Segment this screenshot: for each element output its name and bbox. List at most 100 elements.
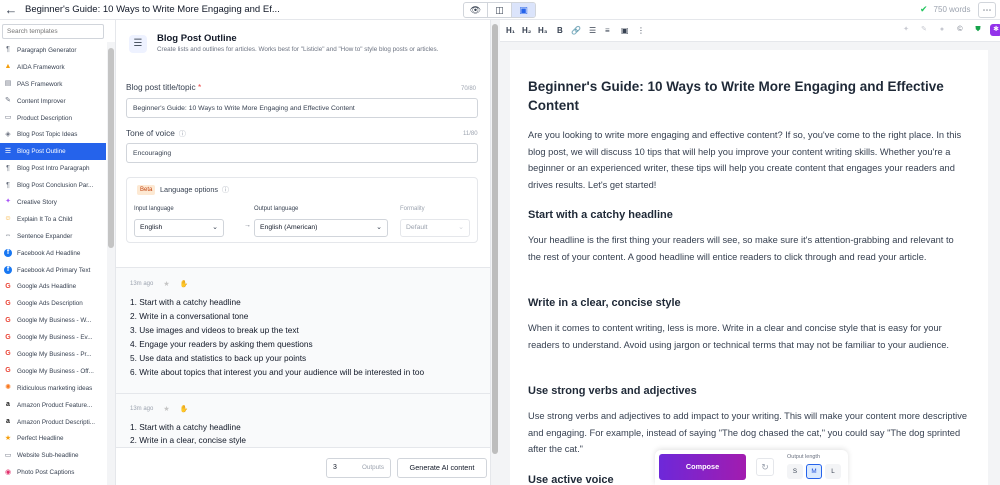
sidebar-item-blog-post-outline[interactable]: ☰ Blog Post Outline (0, 143, 106, 161)
idea-burst-icon: ✺ (5, 384, 11, 392)
sidebar-item-explain-to-child[interactable]: ☺ Explain It To a Child (0, 211, 106, 228)
sidebar-item-pas-framework[interactable]: ▤ PAS Framework (0, 76, 106, 93)
google-icon: G (5, 367, 11, 375)
sidebar-item-google-my-business-ev[interactable]: G Google My Business - Ev... (0, 329, 106, 346)
sidebar-item-perfect-headline[interactable]: ★ Perfect Headline (0, 430, 106, 447)
sidebar-item-facebook-ad-primary-text[interactable]: f Facebook Ad Primary Text (0, 262, 106, 279)
length-option-m[interactable]: M (806, 464, 822, 479)
length-option-s[interactable]: S (787, 464, 803, 479)
thumbs-down-icon[interactable]: ✋ (180, 280, 189, 288)
generate-ai-content-button[interactable]: Generate AI content (397, 458, 487, 478)
framework-icon: ▤ (4, 80, 12, 88)
expand-icon: ⇔ (4, 232, 12, 240)
child-icon: ☺ (4, 215, 12, 223)
sidebar-item-product-description[interactable]: ▭ Product Description (0, 110, 106, 127)
output-length-label: Output length (787, 454, 821, 460)
sidebar-item-aida-framework[interactable]: ▲ AIDA Framework (0, 59, 106, 76)
sidebar-item-facebook-ad-headline[interactable]: f Facebook Ad Headline (0, 245, 106, 262)
output-line: 2. Write in a clear, concise style (130, 435, 247, 445)
sidebar-scrollbar-thumb[interactable] (108, 48, 114, 248)
sidebar-item-label: Google My Business - Ev... (17, 334, 93, 342)
sidebar-item-label: Paragraph Generator (17, 46, 77, 54)
output-card: 13m ago ★ ✋ 1. Start with a catchy headl… (116, 394, 490, 447)
sidebar-item-sentence-expander[interactable]: ⇔ Sentence Expander (0, 228, 106, 245)
section-heading[interactable]: Write in a clear, concise style (528, 297, 681, 309)
sidebar-item-photo-post-captions[interactable]: ◉ Photo Post Captions (0, 464, 106, 481)
input-language-label: Input language (134, 206, 174, 212)
output-line: 4. Engage your readers by asking them qu… (130, 339, 313, 349)
bold-button[interactable]: B (557, 26, 563, 35)
star-icon[interactable]: ★ (163, 405, 169, 413)
length-option-l[interactable]: L (825, 464, 841, 479)
blog-title-input[interactable]: Beginner's Guide: 10 Ways to Write More … (126, 98, 478, 118)
sidebar-item-google-my-business-w[interactable]: G Google My Business - W... (0, 312, 106, 329)
bullet-list-icon[interactable]: ☰ (589, 26, 596, 35)
sidebar-item-ridiculous-marketing-ideas[interactable]: ✺ Ridiculous marketing ideas (0, 380, 106, 397)
info-icon[interactable]: ⓘ (179, 131, 186, 138)
compose-button[interactable]: Compose (659, 454, 746, 480)
heading-1-button[interactable]: H₁ (506, 26, 515, 35)
sidebar-item-amazon-product-description[interactable]: a Amazon Product Descripti... (0, 414, 106, 431)
refresh-icon[interactable]: ↻ (756, 458, 774, 476)
sidebar-item-google-ads-headline[interactable]: G Google Ads Headline (0, 278, 106, 295)
paragraph-icon: ¶ (6, 181, 10, 189)
framework-icon: ▲ (4, 63, 12, 71)
star-icon[interactable]: ★ (163, 280, 169, 288)
document-heading[interactable]: Beginner's Guide: 10 Ways to Write More … (528, 78, 968, 115)
template-sidebar: ¶ Paragraph Generator ▲ AIDA Framework ▤ PA… (0, 20, 116, 485)
section-paragraph[interactable]: When it comes to content writing, less i… (528, 320, 968, 353)
heading-3-button[interactable]: H₃ (538, 26, 547, 35)
sidebar-item-label: Blog Post Topic Ideas (17, 131, 78, 139)
sidebar-item-blog-post-topic-ideas[interactable]: ◈ Blog Post Topic Ideas (0, 126, 106, 143)
sidebar-item-blog-post-intro[interactable]: ¶ Blog Post Intro Paragraph (0, 160, 106, 177)
pen-icon[interactable]: ✎ (918, 24, 930, 36)
sidebar-item-amazon-product-feature[interactable]: a Amazon Product Feature... (0, 397, 106, 414)
sidebar-item-paragraph-generator[interactable]: ¶ Paragraph Generator (0, 42, 106, 59)
circle-icon[interactable]: ● (936, 24, 948, 36)
sidebar-item-blog-post-conclusion[interactable]: ¶ Blog Post Conclusion Par... (0, 177, 106, 194)
output-line: 5. Use data and statistics to back up yo… (130, 353, 307, 363)
sidebar-item-content-improver[interactable]: ✎ Content Improver (0, 93, 106, 110)
intro-paragraph[interactable]: Are you looking to write more engaging a… (528, 127, 968, 193)
copyright-check-icon[interactable]: © (954, 24, 966, 36)
shield-icon[interactable]: ⛊ (972, 24, 984, 36)
sidebar-item-creative-story[interactable]: ✦ Creative Story (0, 194, 106, 211)
output-language-select[interactable]: English (American) ⌄ (254, 219, 388, 237)
form-scrollbar-thumb[interactable] (492, 24, 498, 454)
title-field-label: Blog post title/topic * (126, 82, 201, 92)
output-language-value: English (American) (260, 224, 318, 231)
output-length-options: S M L (787, 464, 841, 479)
numbered-list-icon[interactable]: ≡ (605, 26, 610, 35)
sidebar-item-google-my-business-off[interactable]: G Google My Business - Off... (0, 363, 106, 380)
ai-assistant-icon[interactable]: ✱ (990, 24, 1000, 36)
info-icon[interactable]: ⓘ (222, 187, 229, 194)
formality-select[interactable]: Default ⌄ (400, 219, 470, 237)
language-options-box: Beta Language options ⓘ Input language Ou… (126, 177, 478, 243)
thumbs-down-icon[interactable]: ✋ (180, 405, 189, 413)
star-icon: ★ (4, 434, 12, 442)
heading-2-button[interactable]: H₂ (522, 26, 531, 35)
outputs-count-input[interactable]: 3 Outputs (326, 458, 391, 478)
magic-wand-icon[interactable]: ✦ (900, 24, 912, 36)
template-search-input[interactable] (2, 24, 104, 39)
section-heading[interactable]: Use strong verbs and adjectives (528, 385, 697, 397)
section-heading[interactable]: Use active voice (528, 474, 614, 485)
editor-view-icon[interactable]: ▣ (512, 3, 535, 17)
tone-of-voice-input[interactable]: Encouraging (126, 143, 478, 163)
sidebar-item-google-ads-description[interactable]: G Google Ads Description (0, 295, 106, 312)
website-icon: ▭ (4, 451, 12, 459)
section-heading[interactable]: Start with a catchy headline (528, 209, 673, 221)
output-line: 2. Write in a conversational tone (130, 311, 249, 321)
link-icon[interactable]: 🔗 (571, 26, 581, 35)
input-language-select[interactable]: English ⌄ (134, 219, 224, 237)
sidebar-item-website-sub-headline[interactable]: ▭ Website Sub-headline (0, 447, 106, 464)
more-options-icon[interactable]: ⋮ (637, 26, 645, 35)
image-icon[interactable]: ▣ (621, 26, 629, 35)
preview-eye-icon[interactable]: 👁 (464, 3, 488, 17)
sidebar-item-google-my-business-pr[interactable]: G Google My Business - Pr... (0, 346, 106, 363)
menu-icon[interactable]: ⋯ (978, 2, 996, 18)
split-view-icon[interactable]: ◫ (488, 3, 512, 17)
view-mode-toggle: 👁 ◫ ▣ (463, 2, 536, 18)
section-paragraph[interactable]: Your headline is the first thing your re… (528, 232, 968, 265)
back-arrow-icon[interactable]: ← (4, 2, 18, 18)
